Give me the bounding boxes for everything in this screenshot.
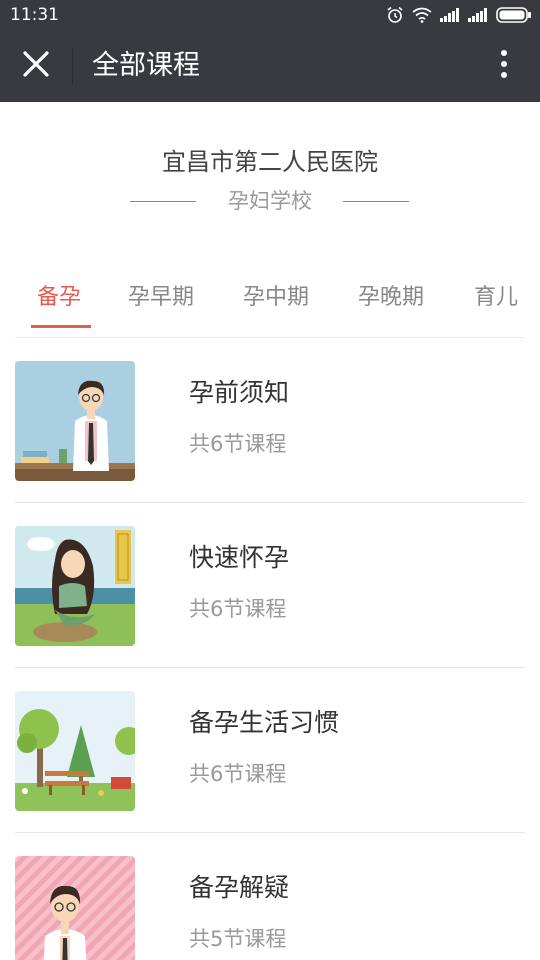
tab-yunzaoqi[interactable]: 孕早期 bbox=[128, 278, 194, 318]
course-item[interactable]: 快速怀孕 共6节课程 bbox=[0, 503, 540, 668]
status-icons bbox=[386, 6, 532, 24]
tab-beiyun[interactable]: 备孕 bbox=[37, 278, 81, 318]
course-title: 快速怀孕 bbox=[189, 543, 290, 572]
course-item[interactable]: 备孕解疑 共5节课程 bbox=[0, 833, 540, 960]
close-icon bbox=[23, 51, 49, 81]
course-title: 备孕解疑 bbox=[189, 873, 290, 902]
course-title: 孕前须知 bbox=[189, 378, 290, 407]
status-time: 11:31 bbox=[10, 5, 59, 25]
alarm-icon bbox=[386, 6, 404, 24]
tab-yunzhongqi[interactable]: 孕中期 bbox=[243, 278, 309, 318]
doctor-at-desk-illustration bbox=[15, 361, 135, 481]
subtitle-right-line bbox=[343, 201, 409, 202]
park-bench-illustration bbox=[15, 691, 135, 811]
more-button[interactable] bbox=[484, 46, 524, 86]
top-bar: 全部课程 bbox=[0, 30, 540, 102]
signal-icon bbox=[468, 8, 488, 22]
course-lesson-count: 共5节课程 bbox=[189, 927, 287, 951]
course-item[interactable]: 备孕生活习惯 共6节课程 bbox=[0, 668, 540, 833]
course-lesson-count: 共6节课程 bbox=[189, 597, 287, 621]
status-bar: 11:31 bbox=[0, 0, 540, 30]
signal-icon bbox=[440, 8, 460, 22]
page-title: 全部课程 bbox=[92, 50, 200, 81]
school-subtitle: 孕妇学校 bbox=[228, 189, 312, 213]
stage-tabs: 备孕 孕早期 孕中期 孕晚期 育儿 bbox=[0, 270, 540, 328]
active-tab-indicator bbox=[31, 325, 91, 328]
battery-icon bbox=[496, 7, 532, 23]
more-vertical-icon bbox=[500, 49, 508, 83]
course-list: 孕前须知 共6节课程 快速怀孕 共6节课程 备孕生活习惯 共6节课程 备孕解疑 … bbox=[0, 338, 540, 960]
mermaid-seaside-illustration bbox=[15, 526, 135, 646]
doctor-pink-background-illustration bbox=[15, 856, 135, 960]
school-subtitle-row: 孕妇学校 bbox=[0, 184, 540, 218]
course-lesson-count: 共6节课程 bbox=[189, 762, 287, 786]
course-item[interactable]: 孕前须知 共6节课程 bbox=[0, 338, 540, 503]
close-button[interactable] bbox=[14, 46, 58, 86]
tab-yunwanqi[interactable]: 孕晚期 bbox=[358, 278, 424, 318]
tab-yuer[interactable]: 育儿 bbox=[474, 278, 518, 318]
top-bar-divider bbox=[72, 48, 73, 84]
subtitle-left-line bbox=[130, 201, 196, 202]
course-title: 备孕生活习惯 bbox=[189, 708, 340, 737]
course-lesson-count: 共6节课程 bbox=[189, 432, 287, 456]
hospital-name: 宜昌市第二人民医院 bbox=[162, 148, 378, 176]
wifi-icon bbox=[412, 7, 432, 23]
